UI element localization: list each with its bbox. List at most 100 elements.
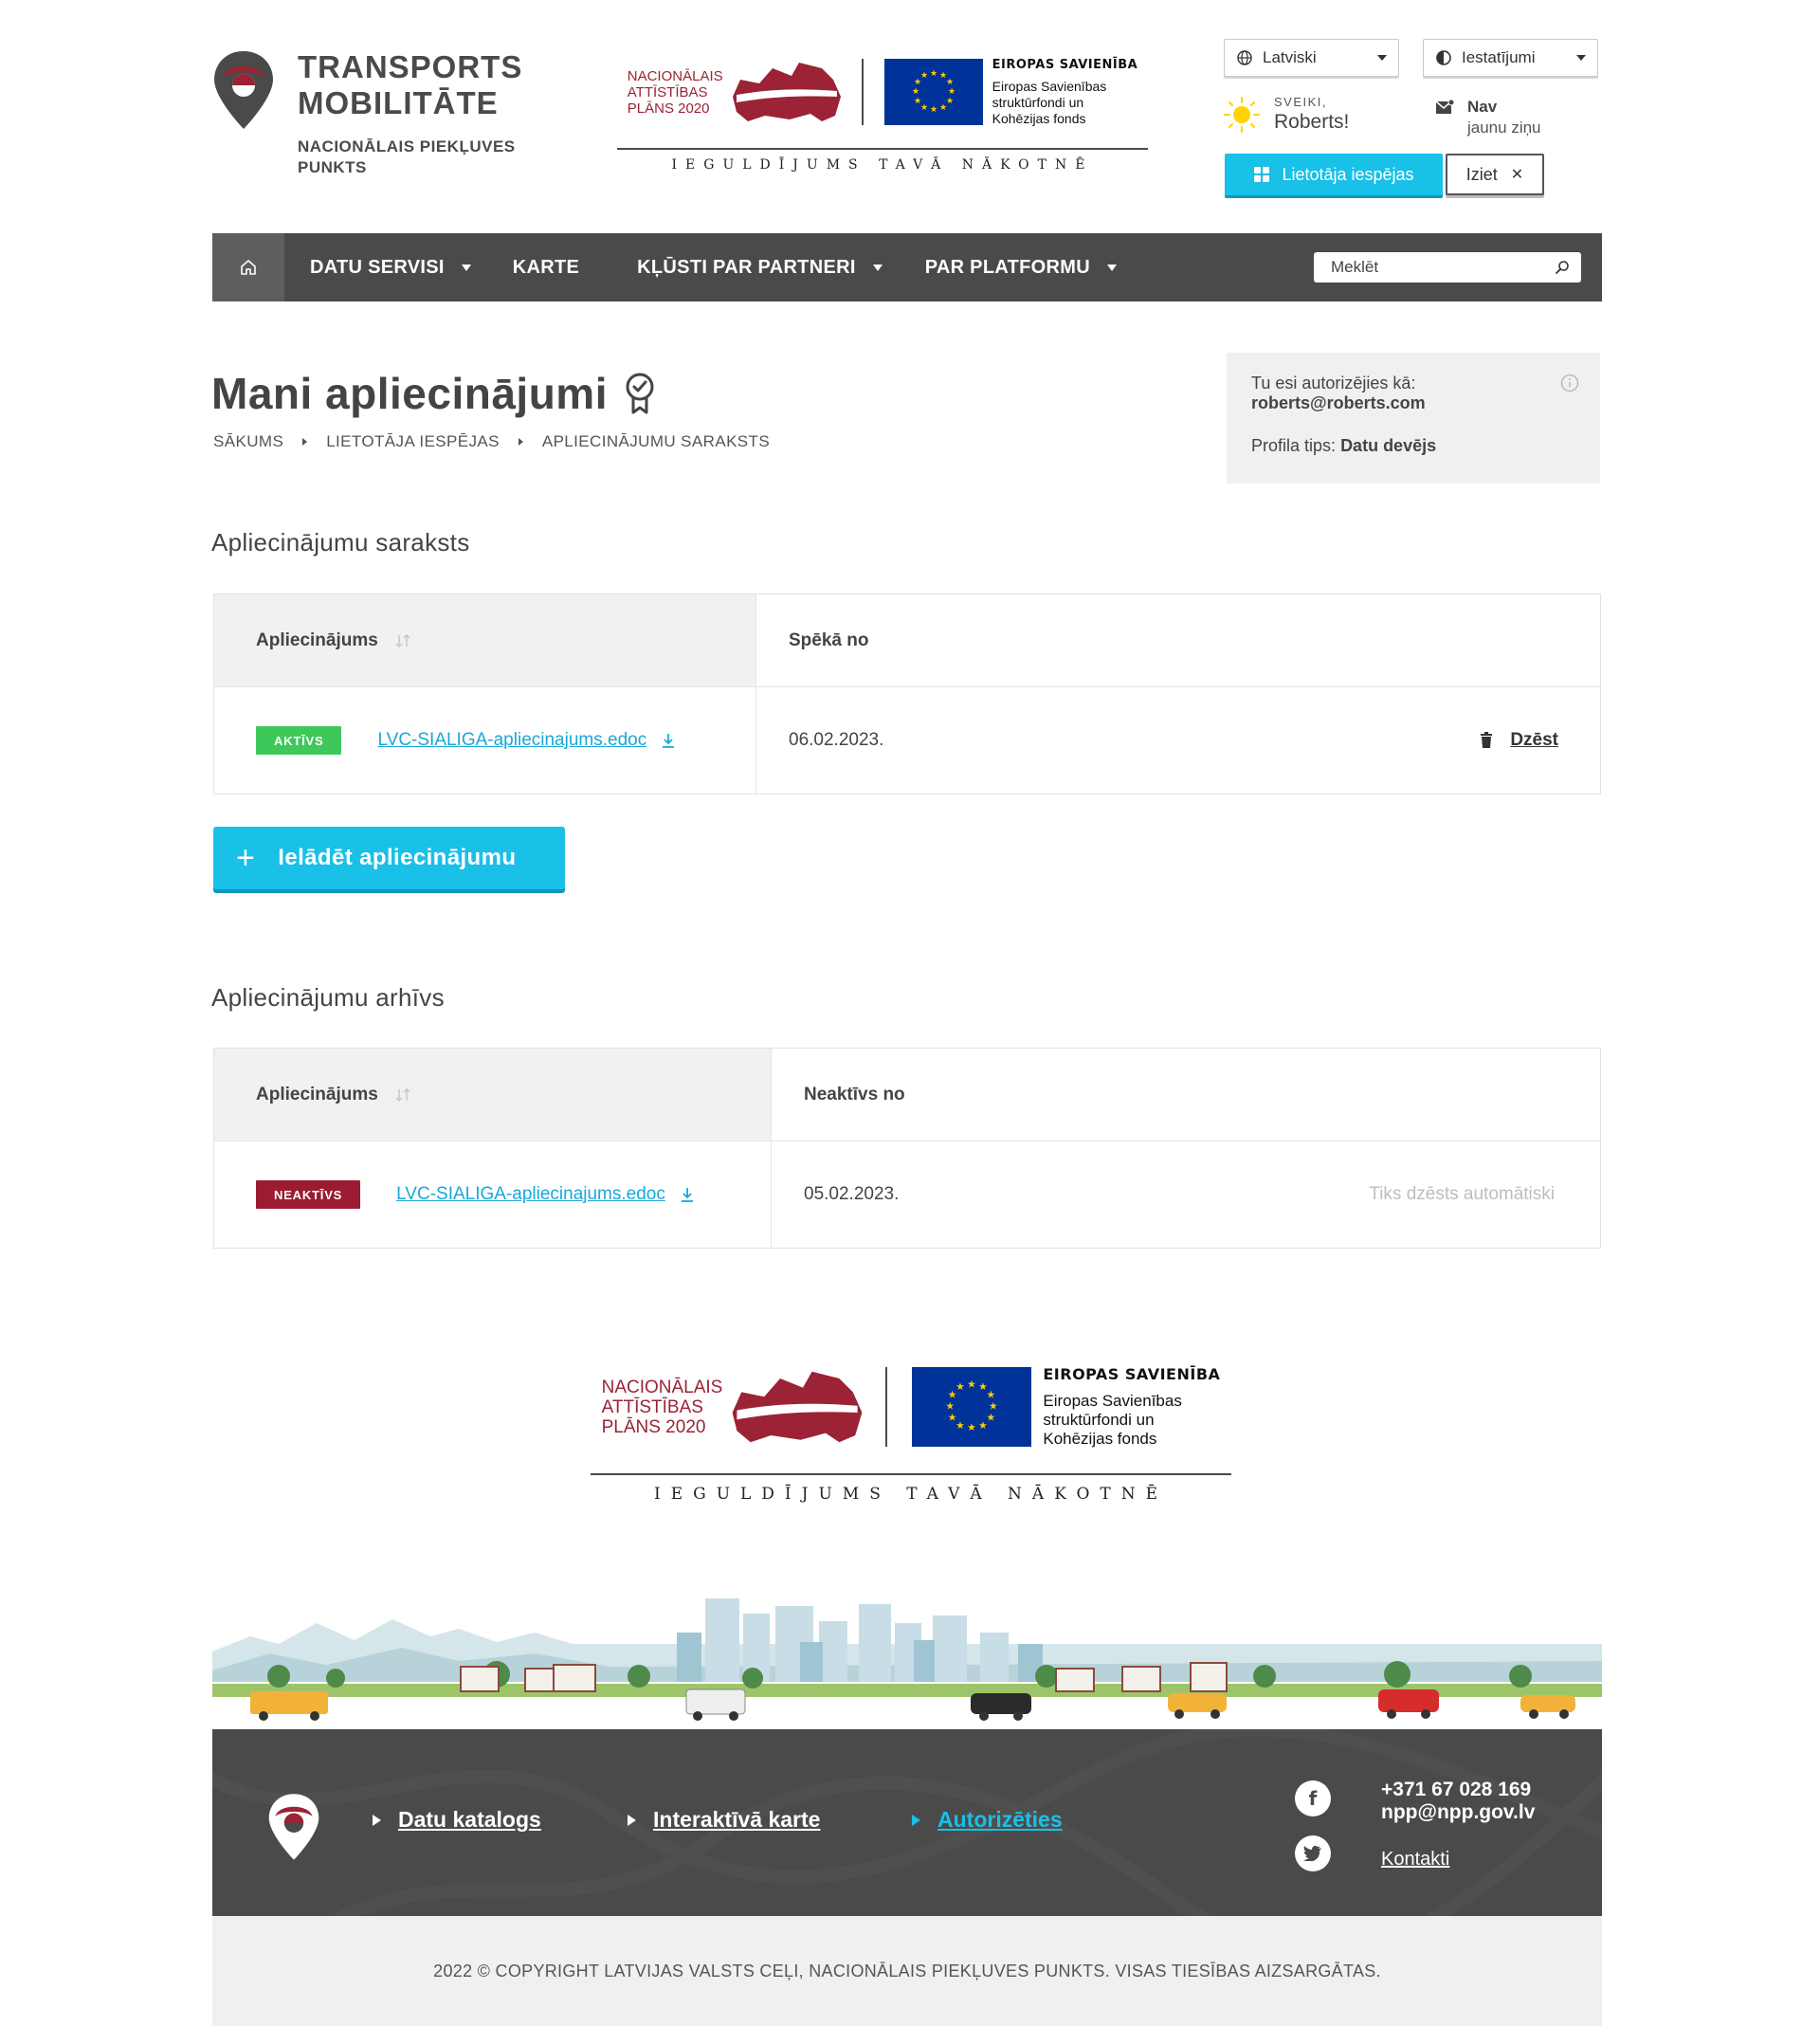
breadcrumb-home[interactable]: SĀKUMS [213, 432, 283, 451]
svg-text:★: ★ [948, 87, 956, 97]
archive-table: Apliecinājums Neaktīvs no NEAKTĪVS LVC-S… [213, 1048, 1601, 1249]
upload-certificate-button[interactable]: + Ielādēt apliecinājumu [213, 827, 565, 889]
messages-status: Nav [1467, 98, 1498, 116]
archive-section-title: Apliecinājumu arhīvs [211, 983, 445, 1012]
eu-funding-banner: NACIONĀLAIS ATTĪSTĪBAS PLĀNS 2020 ★ ★ ★ ★ ★… [617, 57, 1148, 173]
nap-2020-text: NACIONĀLAIS ATTĪSTĪBAS PLĀNS 2020 [601, 1377, 723, 1437]
chevron-down-icon [1576, 55, 1586, 61]
page-title: Mani apliecinājumi [211, 368, 657, 419]
download-icon[interactable] [662, 732, 675, 749]
nav-item-datu-servisi[interactable]: DATU SERVISI [310, 257, 471, 279]
search-input[interactable] [1331, 258, 1555, 277]
latvia-flag-map-icon [732, 63, 841, 121]
nav-item-klusti-par-partneri[interactable]: KĻŪSTI PAR PARTNERI [637, 257, 883, 279]
svg-text:★: ★ [920, 103, 928, 113]
logout-button[interactable]: Iziet ✕ [1446, 154, 1544, 195]
download-icon[interactable] [681, 1186, 694, 1203]
svg-text:★: ★ [930, 69, 937, 79]
eu-flag-icon: ★ ★★★ ★★★★ ★★★★ [883, 59, 983, 125]
column-header-certificate[interactable]: Apliecinājums [214, 1049, 772, 1141]
svg-text:★: ★ [946, 1399, 956, 1412]
logout-label: Iziet [1465, 164, 1498, 184]
copyright-bar: 2022 © COPYRIGHT LATVIJAS VALSTS CEĻI, N… [212, 1916, 1602, 2026]
home-button[interactable] [212, 233, 284, 301]
sort-icon[interactable] [393, 632, 412, 649]
eu-flag-icon: ★ ★★★ ★★★★ ★★★★ [912, 1367, 1032, 1447]
column-header-valid-from: Spēkā no [789, 630, 869, 650]
settings-select[interactable]: Iestatījumi [1423, 39, 1598, 77]
svg-text:★: ★ [920, 71, 928, 81]
delete-button[interactable]: Dzēst [1480, 730, 1558, 751]
triangle-right-icon [912, 1814, 920, 1826]
main-nav: DATU SERVISI KARTE KĻŪSTI PAR PARTNERI P… [212, 233, 1602, 301]
greeting-label: SVEIKI, [1274, 95, 1328, 109]
footer-phone[interactable]: +371 67 028 169 [1381, 1779, 1535, 1801]
logo-subtitle-1: NACIONĀLAIS PIEKĻUVES [298, 137, 516, 155]
svg-text:★: ★ [956, 1380, 966, 1393]
svg-text:★: ★ [946, 78, 954, 87]
messages-detail: jaunu ziņu [1467, 119, 1541, 137]
nap-2020-text: NACIONĀLAIS ATTĪSTĪBAS PLĀNS 2020 [627, 67, 723, 117]
footer-link-data-catalog[interactable]: Datu katalogs [373, 1807, 541, 1833]
footer-eu-funding-banner: NACIONĀLAIS ATTĪSTĪBAS PLĀNS 2020 ★ ★ ★ ★ ★… [591, 1365, 1231, 1504]
certificate-file-link[interactable]: LVC-SIALIGA-apliecinajums.edoc [396, 1184, 665, 1205]
svg-text:★: ★ [979, 1419, 989, 1432]
breadcrumb-user-options[interactable]: LIETOTĀJA IESPĒJAS [326, 432, 500, 451]
nav-item-par-platformu[interactable]: PAR PLATFORMU [925, 257, 1117, 279]
language-select[interactable]: Latviski [1224, 39, 1399, 77]
messages-indicator[interactable]: Nav jaunu ziņu [1435, 98, 1541, 137]
valid-from-date: 06.02.2023. [789, 730, 884, 750]
auto-delete-note: Tiks dzēsts automātiski [1369, 1184, 1555, 1204]
settings-value: Iestatījumi [1462, 48, 1536, 66]
logo-title-1: TRANSPORTS [298, 49, 523, 84]
chevron-down-icon [1106, 264, 1117, 271]
home-icon [241, 260, 256, 275]
plus-icon: + [236, 840, 256, 876]
user-options-button[interactable]: Lietotāja iespējas [1225, 154, 1443, 195]
location-pin-logo-icon [214, 51, 273, 129]
location-pin-logo-icon[interactable] [267, 1792, 320, 1862]
inactive-from-date: 05.02.2023. [804, 1184, 900, 1204]
table-header: Apliecinājums Spēkā no [214, 594, 1600, 687]
profile-type-label: Profila tips: [1251, 436, 1337, 455]
status-badge-active: AKTĪVS [256, 726, 342, 755]
list-section-title: Apliecinājumu saraksts [211, 528, 470, 557]
profile-type-value: Datu devējs [1340, 436, 1437, 455]
delete-label: Dzēst [1510, 730, 1558, 750]
footer-link-interactive-map[interactable]: Interaktīvā karte [628, 1807, 820, 1833]
footer-email[interactable]: npp@npp.gov.lv [1381, 1801, 1535, 1824]
auth-info-box: Tu esi autorizējies kā: roberts@roberts.… [1227, 353, 1600, 484]
footer-link-contacts[interactable]: Kontakti [1381, 1849, 1449, 1871]
eu-slogan: IEGULDĪJUMS TAVĀ NĀKOTNĒ [653, 1485, 1169, 1504]
user-options-label: Lietotāja iespējas [1282, 164, 1414, 184]
sort-icon[interactable] [393, 1086, 412, 1104]
user-greeting: SVEIKI, Roberts! [1223, 95, 1349, 134]
svg-text:★: ★ [948, 1411, 957, 1423]
copyright-text: 2022 © COPYRIGHT LATVIJAS VALSTS CEĻI, N… [433, 1961, 1381, 1980]
eu-funds-text: EIROPAS SAVIENĪBA Eiropas Savienības str… [1043, 1365, 1221, 1448]
svg-text:★: ★ [912, 87, 919, 97]
column-header-inactive-from: Neaktīvs no [804, 1084, 905, 1104]
footer-link-login[interactable]: Autorizēties [912, 1807, 1063, 1833]
triangle-right-icon [628, 1814, 636, 1826]
eu-funds-text: EIROPAS SAVIENĪBA Eiropas Savienības str… [992, 58, 1138, 126]
triangle-right-icon [373, 1814, 381, 1826]
nav-item-karte[interactable]: KARTE [513, 257, 579, 279]
breadcrumb-separator-icon [518, 438, 523, 446]
twitter-icon[interactable] [1295, 1835, 1331, 1871]
search-icon[interactable] [1555, 260, 1570, 275]
latvia-flag-map-icon [732, 1371, 863, 1443]
chevron-down-icon [872, 264, 883, 271]
site-logo[interactable]: TRANSPORTS MOBILITĀTE NACIONĀLAIS PIEKĻU… [212, 49, 522, 178]
chevron-down-icon [461, 264, 471, 271]
column-header-certificate[interactable]: Apliecinājums [214, 594, 756, 686]
greeting-name: Roberts! [1274, 111, 1350, 133]
certificate-file-link[interactable]: LVC-SIALIGA-apliecinajums.edoc [377, 730, 646, 751]
auth-label: Tu esi autorizējies kā: [1251, 374, 1416, 392]
facebook-icon[interactable]: f [1295, 1780, 1331, 1816]
svg-text:★: ★ [968, 1378, 977, 1391]
breadcrumb-current: APLIECINĀJUMU SARAKSTS [541, 432, 771, 450]
info-icon[interactable] [1560, 374, 1579, 392]
mail-icon [1435, 100, 1454, 114]
table-row: AKTĪVS LVC-SIALIGA-apliecinajums.edoc 06… [214, 687, 1600, 794]
